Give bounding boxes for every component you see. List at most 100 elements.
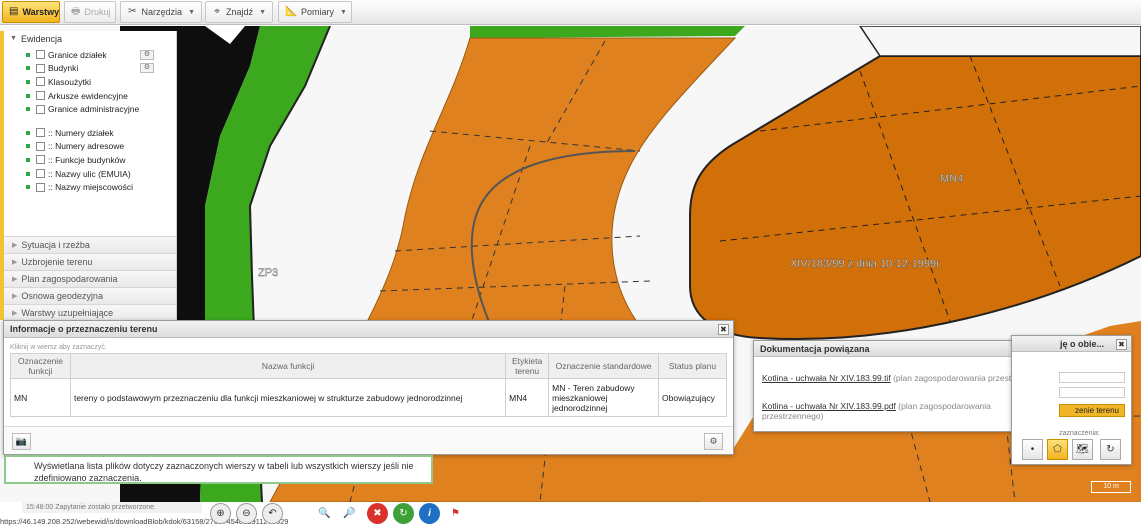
land-use-button[interactable]: zenie terenu <box>1059 404 1125 417</box>
layer-item[interactable]: :: Nazwy miejscowości <box>26 180 176 194</box>
layer-item[interactable]: Budynki ⚙ <box>26 62 176 76</box>
layer-label: :: Nazwy miejscowości <box>48 182 134 193</box>
object-info-panel: ję o obie... ✖ zenie terenu zaznaczenia:… <box>1011 335 1132 465</box>
zoom-out-button[interactable]: ⊖ <box>236 503 257 524</box>
layer-label: :: Nazwy ulic (EMUIA) <box>48 168 131 179</box>
group-header-ewidencja[interactable]: ▼ Ewidencja <box>4 31 176 46</box>
layer-item[interactable]: Klasoużytki <box>26 75 176 89</box>
layer-item[interactable]: :: Numery działek <box>26 126 176 140</box>
map-select-button[interactable]: 🗺 <box>1072 439 1093 460</box>
group-label: Uzbrojenie terenu <box>21 257 93 267</box>
group-header-situation[interactable]: ▶ Sytuacja i rzeźba <box>4 236 176 253</box>
close-icon[interactable]: ✖ <box>718 324 729 335</box>
table-row[interactable]: MN tereny o podstawowym przeznaczeniu dl… <box>10 378 727 417</box>
point-select-button[interactable]: • <box>1022 439 1043 460</box>
table-cell: tereny o podstawowym przeznaczeniu dla f… <box>69 378 507 417</box>
back-icon: ↶ <box>268 508 277 519</box>
zoom-in-button[interactable]: ⊕ <box>210 503 231 524</box>
column-header[interactable]: Status planu <box>658 353 727 379</box>
layer-visible-icon <box>26 144 30 149</box>
measure-button[interactable]: 📐 Pomiary ▼ <box>278 1 352 23</box>
layer-checkbox[interactable] <box>36 155 45 165</box>
info-button[interactable]: i <box>419 503 440 524</box>
polygon-icon: ⬠ <box>1053 444 1062 455</box>
compass-icon: ⚑ <box>451 508 460 519</box>
refresh-icon: ↻ <box>1106 444 1115 455</box>
dialog-title: Informacje o przeznaczeniu terenu <box>10 324 158 334</box>
layer-checkbox[interactable] <box>36 77 45 87</box>
map-label-mn4: MN4 <box>940 173 963 185</box>
layer-item[interactable]: Arkusze ewidencyjne <box>26 89 176 103</box>
layer-checkbox[interactable] <box>36 128 45 138</box>
layer-item[interactable]: :: Numery adresowe <box>26 140 176 154</box>
selection-label: zaznaczenia: <box>1059 430 1100 437</box>
layer-checkbox[interactable] <box>36 169 45 179</box>
settings-button[interactable]: ⚙ <box>704 433 723 450</box>
tools-button[interactable]: ✂ Narzędzia ▼ <box>120 1 202 23</box>
table-header-row: Oznaczenie funkcji Nazwa funkcji Etykiet… <box>10 353 727 379</box>
group-header-utilities[interactable]: ▶ Uzbrojenie terenu <box>4 253 176 270</box>
group-header-plan[interactable]: ▶ Plan zagospodarowania <box>4 270 176 287</box>
layer-visible-icon <box>26 79 30 84</box>
column-header[interactable]: Oznaczenie standardowe <box>548 353 659 379</box>
measure-tool-button[interactable]: ⚑ <box>445 503 466 524</box>
stop-icon: ✖ <box>373 508 382 519</box>
zoom-extent-button[interactable]: 🔎 <box>339 503 360 524</box>
gear-icon[interactable]: ⚙ <box>140 63 154 74</box>
layer-checkbox[interactable] <box>36 91 45 101</box>
ruler-icon: 📐 <box>285 6 298 17</box>
object-field[interactable] <box>1059 387 1125 398</box>
layer-visible-icon <box>26 93 30 98</box>
document-item: Kotlina - uchwała Nr XIV.183.99.pdf (pla… <box>762 401 1052 421</box>
refresh-button[interactable]: ↻ <box>1100 439 1121 460</box>
object-field[interactable] <box>1059 372 1125 383</box>
polygon-select-button[interactable]: ⬠ <box>1047 439 1068 460</box>
layer-item[interactable]: Granice działek ⚙ <box>26 48 176 62</box>
documents-button[interactable]: 📷 <box>12 433 31 450</box>
layer-checkbox[interactable] <box>36 63 45 73</box>
layer-checkbox[interactable] <box>36 182 45 192</box>
refresh-map-button[interactable]: ↻ <box>393 503 414 524</box>
stop-button[interactable]: ✖ <box>367 503 388 524</box>
layer-item[interactable]: :: Nazwy ulic (EMUIA) <box>26 167 176 181</box>
group-label: Warstwy uzupełniające <box>21 308 114 318</box>
chevron-down-icon: ▼ <box>259 8 266 16</box>
layer-checkbox[interactable] <box>36 141 45 151</box>
previous-view-button[interactable]: ↶ <box>262 503 283 524</box>
triangle-right-icon: ▶ <box>12 259 18 266</box>
column-header[interactable]: Nazwa funkcji <box>69 353 507 379</box>
land-use-table: Oznaczenie funkcji Nazwa funkcji Etykiet… <box>10 353 727 417</box>
layer-item[interactable]: Granice administracyjne <box>26 102 176 116</box>
document-link[interactable]: Kotlina - uchwała Nr XIV.183.99.tif <box>762 373 891 383</box>
document-link[interactable]: Kotlina - uchwała Nr XIV.183.99.pdf <box>762 401 896 411</box>
layers-button[interactable]: ▤ Warstwy <box>2 1 60 23</box>
find-label: Znajdź <box>226 7 254 17</box>
dialog-header[interactable]: Informacje o przeznaczeniu terenu ✖ <box>4 321 733 338</box>
group-header-supplementary[interactable]: ▶ Warstwy uzupełniające <box>4 304 176 321</box>
chevron-down-icon: ▼ <box>188 8 195 16</box>
layer-checkbox[interactable] <box>36 104 45 114</box>
column-header[interactable]: Oznaczenie funkcji <box>10 353 71 379</box>
dialog-header[interactable]: ję o obie... ✖ <box>1012 336 1131 352</box>
close-icon[interactable]: ✖ <box>1116 339 1127 350</box>
camera-icon: 📷 <box>15 436 28 446</box>
table-hint: Kliknij w wiersz aby zaznaczyć. <box>10 344 107 351</box>
layer-checkbox[interactable] <box>36 50 45 60</box>
triangle-right-icon: ▶ <box>12 293 18 300</box>
layers-label: Warstwy <box>22 7 60 17</box>
column-header[interactable]: Etykieta terenu <box>505 353 550 379</box>
dialog-title: ję o obie... <box>1060 338 1105 349</box>
zoom-window-button[interactable]: 🔍 <box>314 503 335 524</box>
measure-label: Pomiary <box>301 7 335 17</box>
layers-icon: ▤ <box>9 6 19 17</box>
print-button[interactable]: 🖶 Drukuj <box>64 1 116 23</box>
map-icon: 🗺 <box>1076 444 1089 455</box>
find-button[interactable]: ⌖ Znajdź ▼ <box>205 1 273 23</box>
group-header-geodetic[interactable]: ▶ Osnowa geodezyjna <box>4 287 176 304</box>
layer-label: Klasoużytki <box>48 76 91 87</box>
layer-item[interactable]: :: Funkcje budynków <box>26 153 176 167</box>
layer-visible-icon <box>26 52 30 57</box>
gear-icon[interactable]: ⚙ <box>140 49 154 60</box>
layer-label: Budynki <box>48 63 79 74</box>
